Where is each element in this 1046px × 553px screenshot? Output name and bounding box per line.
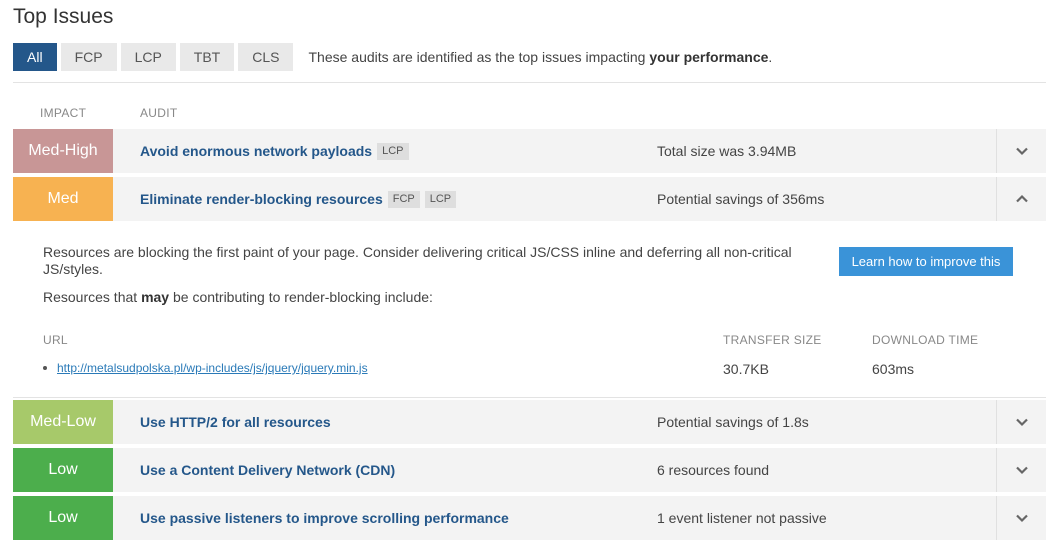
audit-value: 1 event listener not passive — [657, 510, 827, 526]
page-title: Top Issues — [13, 5, 114, 28]
chevron-up-icon — [1015, 194, 1028, 203]
audit-title[interactable]: Use HTTP/2 for all resources — [140, 400, 331, 444]
audit-value: Total size was 3.94MB — [657, 143, 797, 159]
filter-description: These audits are identified as the top i… — [308, 49, 773, 65]
impact-badge: Med — [13, 177, 113, 221]
resource-download-time: 603ms — [872, 361, 915, 377]
audit-row-network-payloads[interactable]: Med-High Avoid enormous network payloads… — [13, 129, 1046, 173]
audit-title[interactable]: Avoid enormous network payloads LCP — [140, 129, 409, 173]
audit-row-passive-listeners[interactable]: Low Use passive listeners to improve scr… — [13, 496, 1046, 540]
chevron-down-icon — [1015, 514, 1028, 523]
expand-toggle[interactable] — [996, 129, 1046, 173]
transfer-size-column-header: TRANSFER SIZE — [723, 333, 822, 347]
audit-column-header: AUDIT — [140, 106, 178, 120]
audit-value: 6 resources found — [657, 462, 770, 478]
divider — [13, 82, 1046, 83]
impact-badge: Med-High — [13, 129, 113, 173]
audit-subdescription: Resources that may be contributing to re… — [43, 289, 433, 305]
chevron-down-icon — [1015, 466, 1028, 475]
url-column-header: URL — [43, 333, 68, 347]
filter-tab-cls[interactable]: CLS — [238, 43, 294, 71]
audit-description: Resources are blocking the first paint o… — [43, 244, 792, 277]
audit-row-render-blocking[interactable]: Med Eliminate render-blocking resources … — [13, 177, 1046, 221]
filter-bar: All FCP LCP TBT CLS These audits are ide… — [13, 43, 772, 71]
chevron-down-icon — [1015, 147, 1028, 156]
filter-tab-lcp[interactable]: LCP — [120, 43, 176, 71]
resource-transfer-size: 30.7KB — [723, 361, 769, 377]
chevron-down-icon — [1015, 418, 1028, 427]
metric-tag: FCP — [387, 190, 420, 208]
expand-toggle[interactable] — [996, 496, 1046, 540]
metric-tag: LCP — [377, 142, 409, 160]
audit-detail-panel: Resources are blocking the first paint o… — [13, 222, 1046, 398]
filter-tab-all[interactable]: All — [13, 43, 57, 71]
expand-toggle[interactable] — [996, 448, 1046, 492]
impact-badge: Med-Low — [13, 400, 113, 444]
metric-tag: LCP — [424, 190, 457, 208]
impact-badge: Low — [13, 496, 113, 540]
filter-tab-fcp[interactable]: FCP — [60, 43, 117, 71]
audit-title[interactable]: Use a Content Delivery Network (CDN) — [140, 448, 395, 492]
filter-tab-tbt[interactable]: TBT — [179, 43, 235, 71]
audit-row-http2[interactable]: Med-Low Use HTTP/2 for all resources Pot… — [13, 400, 1046, 444]
learn-how-button[interactable]: Learn how to improve this — [839, 247, 1013, 276]
collapse-toggle[interactable] — [996, 177, 1046, 221]
audit-row-cdn[interactable]: Low Use a Content Delivery Network (CDN)… — [13, 448, 1046, 492]
bullet — [43, 366, 47, 370]
impact-badge: Low — [13, 448, 113, 492]
audit-title[interactable]: Use passive listeners to improve scrolli… — [140, 496, 509, 540]
download-time-column-header: DOWNLOAD TIME — [872, 333, 979, 347]
impact-column-header: IMPACT — [40, 106, 87, 120]
resource-url-link[interactable]: http://metalsudpolska.pl/wp-includes/js/… — [43, 361, 368, 375]
audit-title[interactable]: Eliminate render-blocking resources FCP … — [140, 177, 457, 221]
audit-value: Potential savings of 1.8s — [657, 414, 809, 430]
expand-toggle[interactable] — [996, 400, 1046, 444]
audit-value: Potential savings of 356ms — [657, 191, 825, 207]
